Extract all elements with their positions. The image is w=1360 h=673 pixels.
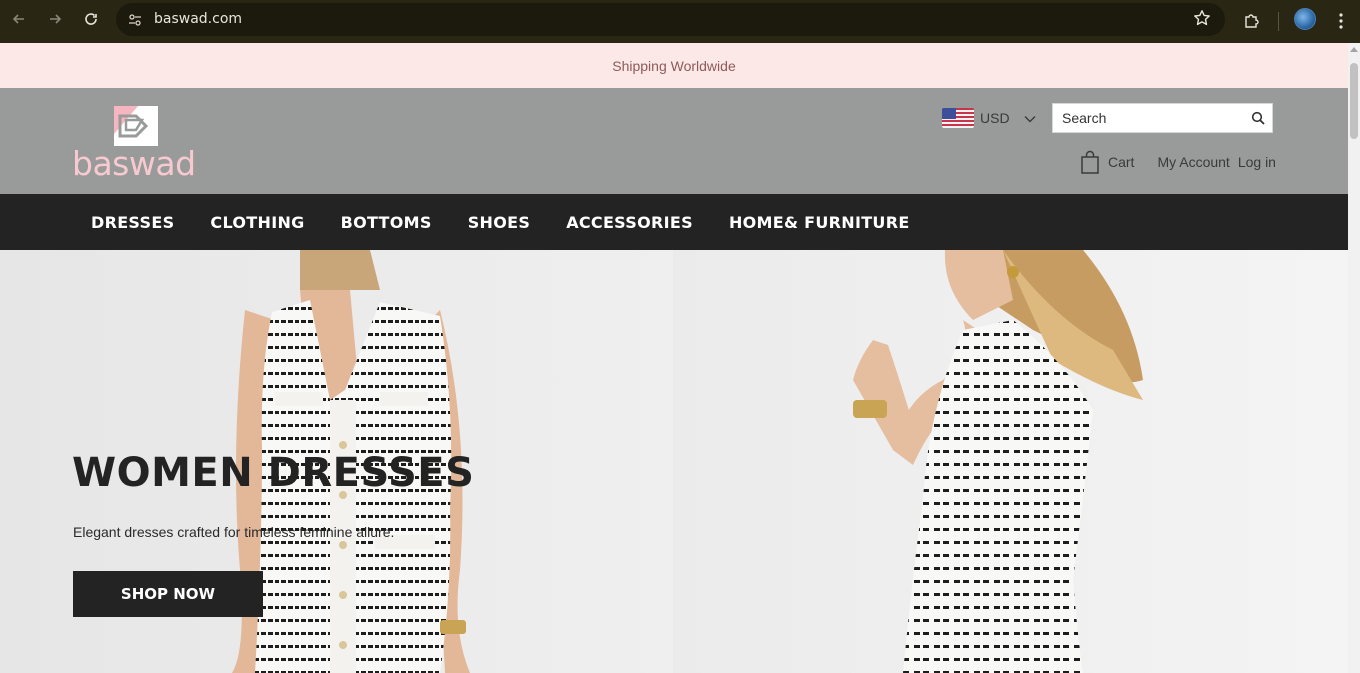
scrollbar-thumb[interactable] <box>1350 63 1358 139</box>
toolbar-divider <box>1278 12 1279 31</box>
model-back-photo <box>853 250 1143 673</box>
shopping-bag-icon[interactable] <box>1080 150 1100 174</box>
logo-text: baswad <box>72 144 196 183</box>
extensions-button[interactable] <box>1236 5 1268 37</box>
nav-item-dresses[interactable]: DRESSES <box>91 213 174 232</box>
logo-mark-icon <box>114 106 158 146</box>
hero-subtitle: Elegant dresses crafted for timeless fem… <box>73 524 395 540</box>
nav-item-accessories[interactable]: ACCESSORIES <box>566 213 693 232</box>
nav-item-shoes[interactable]: SHOES <box>468 213 530 232</box>
search-box <box>1052 103 1273 133</box>
url-text[interactable]: baswad.com <box>154 11 242 27</box>
hero-title: WOMEN DRESSES <box>72 450 475 496</box>
forward-arrow-icon <box>50 14 62 24</box>
star-icon <box>1194 10 1210 26</box>
currency-selector[interactable]: USD <box>942 108 1036 128</box>
reload-button[interactable] <box>73 1 109 37</box>
bookmark-button[interactable] <box>1193 9 1211 32</box>
category-nav: DRESSES CLOTHING BOTTOMS SHOES ACCESSORI… <box>0 194 1348 250</box>
currency-code: USD <box>980 110 1010 126</box>
logo[interactable]: baswad <box>72 104 202 183</box>
cart-link[interactable]: Cart <box>1108 154 1134 170</box>
login-link[interactable]: Log in <box>1238 154 1276 170</box>
page-scrollbar[interactable] <box>1348 43 1360 673</box>
address-bar[interactable]: baswad.com <box>116 3 1225 36</box>
announcement-text: Shipping Worldwide <box>612 57 736 74</box>
my-account-link[interactable]: My Account <box>1157 154 1229 170</box>
back-arrow-icon <box>12 14 24 24</box>
shop-now-button[interactable]: SHOP NOW <box>73 571 263 617</box>
site-header: baswad USD Cart My Account Log in <box>0 88 1348 194</box>
us-flag-icon <box>942 108 974 128</box>
account-links: Cart My Account Log in <box>1080 150 1276 174</box>
chevron-down-icon <box>1024 110 1036 126</box>
scroll-up-arrow-icon[interactable] <box>1350 47 1358 52</box>
nav-item-bottoms[interactable]: BOTTOMS <box>341 213 432 232</box>
kebab-menu-icon <box>1339 13 1343 29</box>
browser-menu-button[interactable] <box>1330 6 1352 36</box>
nav-item-home-furniture[interactable]: HOME& FURNITURE <box>729 213 910 232</box>
puzzle-icon <box>1245 14 1259 28</box>
hero-banner: WOMEN DRESSES Elegant dresses crafted fo… <box>0 250 1348 673</box>
back-button[interactable] <box>1 1 37 37</box>
browser-toolbar: baswad.com <box>0 0 1360 43</box>
search-input[interactable] <box>1053 104 1243 132</box>
site-info-button[interactable] <box>122 7 148 33</box>
search-icon[interactable] <box>1243 103 1272 133</box>
announcement-bar: Shipping Worldwide <box>0 43 1348 88</box>
hero-image-right <box>673 250 1348 673</box>
avatar[interactable] <box>1294 8 1316 30</box>
forward-button[interactable] <box>37 1 73 37</box>
nav-item-clothing[interactable]: CLOTHING <box>210 213 304 232</box>
reload-icon <box>85 13 97 25</box>
site-settings-icon <box>129 14 141 26</box>
